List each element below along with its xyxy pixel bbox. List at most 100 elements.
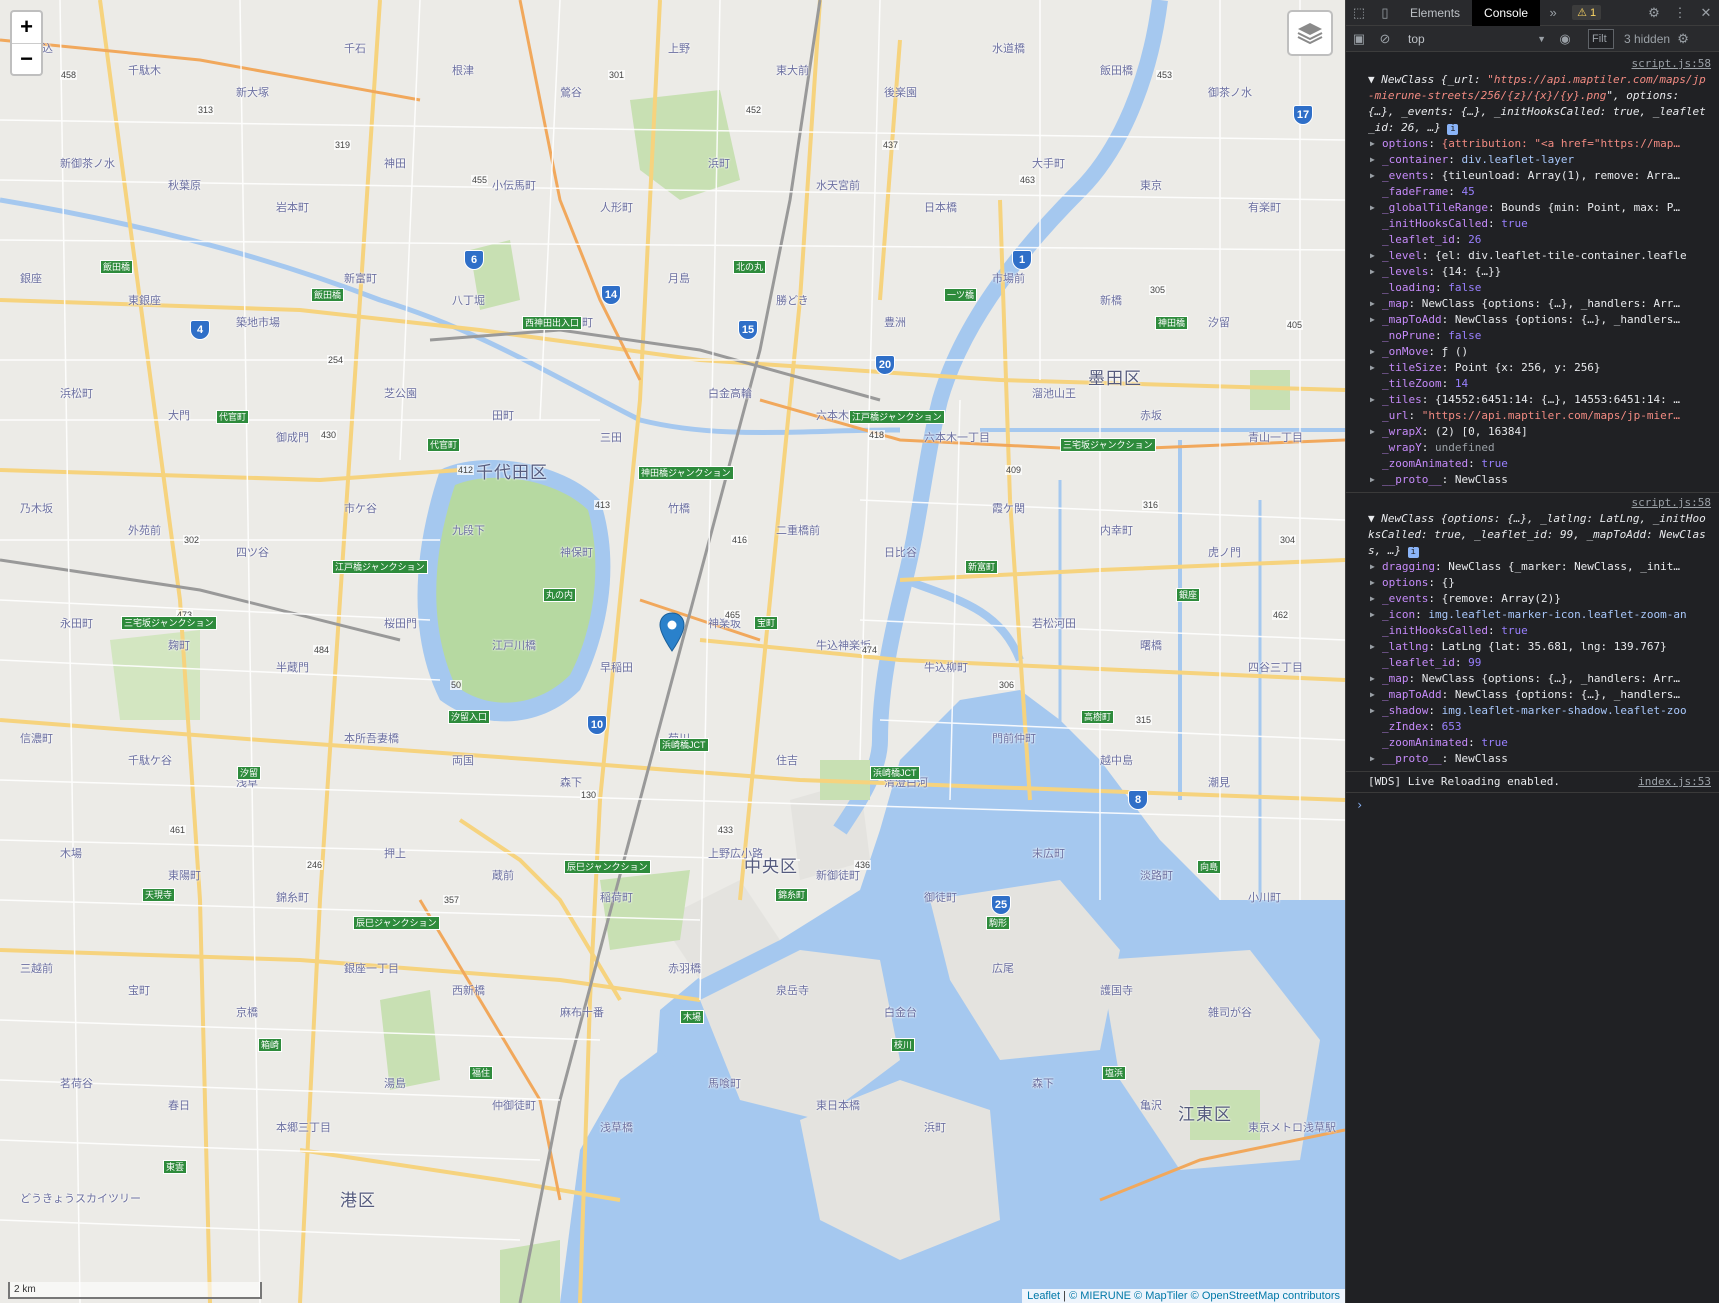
- route-number: 130: [580, 790, 598, 800]
- expand-triangle-icon[interactable]: ▶: [1370, 575, 1375, 591]
- junction-sign: 銀座: [1176, 588, 1201, 602]
- console-settings-gear-icon[interactable]: ⚙: [1670, 26, 1696, 52]
- expand-triangle-icon[interactable]: ▶: [1370, 687, 1375, 703]
- wds-source-link[interactable]: index.js:53: [1638, 774, 1711, 790]
- place-label: 汐留: [1208, 317, 1230, 329]
- warning-badge[interactable]: ⚠ 1: [1572, 5, 1602, 20]
- object-property[interactable]: ▶ _icon: img.leaflet-marker-icon.leaflet-…: [1368, 607, 1711, 623]
- junction-sign: 向島: [1197, 860, 1222, 874]
- object-property[interactable]: ▶ _tileSize: Point {x: 256, y: 256}: [1368, 360, 1711, 376]
- object-property[interactable]: ▶ _tiles: {14552:6451:14: {…}, 14553:6451…: [1368, 392, 1711, 408]
- expand-triangle-icon[interactable]: ▶: [1370, 671, 1375, 687]
- leaflet-link[interactable]: Leaflet: [1027, 1290, 1060, 1302]
- object-property[interactable]: ▶ _levels: {14: {…}}: [1368, 264, 1711, 280]
- mierune-link[interactable]: © MIERUNE: [1069, 1290, 1131, 1302]
- expand-triangle-icon[interactable]: ▶: [1370, 360, 1375, 376]
- place-label: 江戸川橋: [492, 640, 536, 652]
- maptiler-link[interactable]: © MapTiler: [1134, 1290, 1188, 1302]
- object-property[interactable]: ▶ _globalTileRange: Bounds {min: Point, m…: [1368, 200, 1711, 216]
- object-property[interactable]: ▶ options: {attribution: "<a href="https:…: [1368, 136, 1711, 152]
- map-marker-icon[interactable]: [659, 612, 685, 652]
- expand-triangle-icon[interactable]: ▶: [1370, 152, 1375, 168]
- property-key: _map: [1382, 297, 1409, 310]
- kebab-menu-icon[interactable]: ⋮: [1667, 0, 1693, 26]
- object-property[interactable]: ▶ __proto__: NewClass: [1368, 472, 1711, 488]
- close-icon[interactable]: ✕: [1693, 0, 1719, 26]
- route-number: 313: [197, 105, 215, 115]
- source-link[interactable]: script.js:58: [1368, 495, 1711, 511]
- expand-triangle-icon[interactable]: ▶: [1370, 639, 1375, 655]
- object-property[interactable]: ▶ __proto__: NewClass: [1368, 751, 1711, 767]
- object-property[interactable]: ▶ _events: {tileunload: Array(1), remove:…: [1368, 168, 1711, 184]
- settings-gear-icon[interactable]: ⚙: [1641, 0, 1667, 26]
- device-toolbar-icon[interactable]: ▯: [1372, 0, 1398, 26]
- property-value: {tileunload: Array(1), remove: Arra…: [1441, 169, 1681, 182]
- object-property[interactable]: ▶ _map: NewClass {options: {…}, _handlers…: [1368, 296, 1711, 312]
- place-label: 六本木: [816, 410, 849, 422]
- object-property[interactable]: ▶ _mapToAdd: NewClass {options: {…}, _han…: [1368, 312, 1711, 328]
- object-property[interactable]: ▶ _wrapX: (2) [0, 16384]: [1368, 424, 1711, 440]
- zoom-in-button[interactable]: +: [12, 12, 41, 43]
- tab-elements[interactable]: Elements: [1398, 0, 1472, 26]
- expand-triangle-icon[interactable]: ▶: [1370, 559, 1375, 575]
- junction-sign: 枝川: [891, 1038, 916, 1052]
- sidebar-toggle-icon[interactable]: ▣: [1346, 26, 1372, 52]
- live-expression-eye-icon[interactable]: ◉: [1552, 26, 1578, 52]
- place-label: 若松河田: [1032, 618, 1076, 630]
- object-property[interactable]: ▶ _container: div.leaflet-layer: [1368, 152, 1711, 168]
- place-label: 九段下: [452, 525, 485, 537]
- source-link[interactable]: script.js:58: [1368, 56, 1711, 72]
- object-summary[interactable]: ▼ NewClass {options: {…}, _latlng: LatLn…: [1368, 511, 1711, 559]
- leaflet-map[interactable]: 千代田区中央区墨田区江東区港区本駒込千駄木新大塚千石根津鶯谷上野東大前後楽園水道…: [0, 0, 1345, 1303]
- object-property[interactable]: ▶ _events: {remove: Array(2)}: [1368, 591, 1711, 607]
- expand-triangle-icon[interactable]: ▶: [1370, 168, 1375, 184]
- zoom-out-button[interactable]: −: [12, 43, 41, 74]
- console-message[interactable]: script.js:58 ▼ NewClass {options: {…}, _l…: [1346, 493, 1719, 772]
- expand-triangle-icon[interactable]: ▶: [1370, 392, 1375, 408]
- console-toolbar: ▣ ⊘ top ▼ ◉ Filt 3 hidden ⚙: [1346, 26, 1719, 52]
- info-icon[interactable]: i: [1447, 124, 1459, 135]
- expand-triangle-icon[interactable]: ▶: [1370, 591, 1375, 607]
- object-property[interactable]: ▶ _shadow: img.leaflet-marker-shadow.leaf…: [1368, 703, 1711, 719]
- console-prompt-input[interactable]: ›: [1346, 793, 1719, 813]
- expand-triangle-icon[interactable]: ▶: [1370, 312, 1375, 328]
- expand-triangle-icon[interactable]: ▶: [1370, 296, 1375, 312]
- expand-triangle-icon[interactable]: ▶: [1370, 248, 1375, 264]
- expand-triangle-icon[interactable]: ▶: [1370, 607, 1375, 623]
- info-icon[interactable]: i: [1407, 547, 1419, 558]
- tab-console[interactable]: Console: [1472, 0, 1541, 26]
- console-message[interactable]: script.js:58 ▼ NewClass {_url: "https://a…: [1346, 54, 1719, 493]
- clear-console-icon[interactable]: ⊘: [1372, 26, 1398, 52]
- expand-triangle-icon[interactable]: ▶: [1370, 424, 1375, 440]
- hidden-count[interactable]: 3 hidden: [1624, 32, 1670, 46]
- object-property[interactable]: ▶ _level: {el: div.leaflet-tile-container…: [1368, 248, 1711, 264]
- expand-triangle-icon[interactable]: ▶: [1370, 703, 1375, 719]
- property-key: _mapToAdd: [1382, 688, 1442, 701]
- object-property[interactable]: ▶ _onMove: ƒ (): [1368, 344, 1711, 360]
- expand-triangle-icon[interactable]: ▶: [1370, 200, 1375, 216]
- object-property[interactable]: ▶ options: {}: [1368, 575, 1711, 591]
- inspect-element-icon[interactable]: ⬚: [1346, 0, 1372, 26]
- expressway-shield: 20: [875, 355, 895, 375]
- osm-link[interactable]: © OpenStreetMap contributors: [1191, 1290, 1340, 1302]
- expand-triangle-icon[interactable]: ▶: [1370, 472, 1375, 488]
- object-property[interactable]: ▶ _map: NewClass {options: {…}, _handlers…: [1368, 671, 1711, 687]
- object-property: _wrapY: undefined: [1382, 441, 1495, 454]
- object-summary[interactable]: ▼ NewClass {_url: "https://api.maptiler.…: [1368, 72, 1711, 136]
- expand-triangle-icon[interactable]: ▶: [1370, 264, 1375, 280]
- object-property[interactable]: ▶ _latlng: LatLng {lat: 35.681, lng: 139.…: [1368, 639, 1711, 655]
- object-property[interactable]: ▶ _mapToAdd: NewClass {options: {…}, _han…: [1368, 687, 1711, 703]
- object-property[interactable]: ▶ dragging: NewClass {_marker: NewClass, …: [1368, 559, 1711, 575]
- expand-triangle-icon[interactable]: ▶: [1370, 751, 1375, 767]
- place-label: 乃木坂: [20, 503, 53, 515]
- route-number: 412: [457, 465, 475, 475]
- expand-triangle-icon[interactable]: ▶: [1370, 136, 1375, 152]
- property-value: undefined: [1435, 441, 1495, 454]
- more-tabs-icon[interactable]: »: [1540, 0, 1566, 26]
- expand-triangle-icon[interactable]: ▶: [1370, 344, 1375, 360]
- place-label: 曙橋: [1140, 640, 1162, 652]
- context-selector[interactable]: top ▼: [1402, 29, 1552, 49]
- property-value: div.leaflet-layer: [1461, 153, 1575, 166]
- filter-input[interactable]: Filt: [1588, 28, 1614, 49]
- layers-control-button[interactable]: [1287, 10, 1333, 56]
